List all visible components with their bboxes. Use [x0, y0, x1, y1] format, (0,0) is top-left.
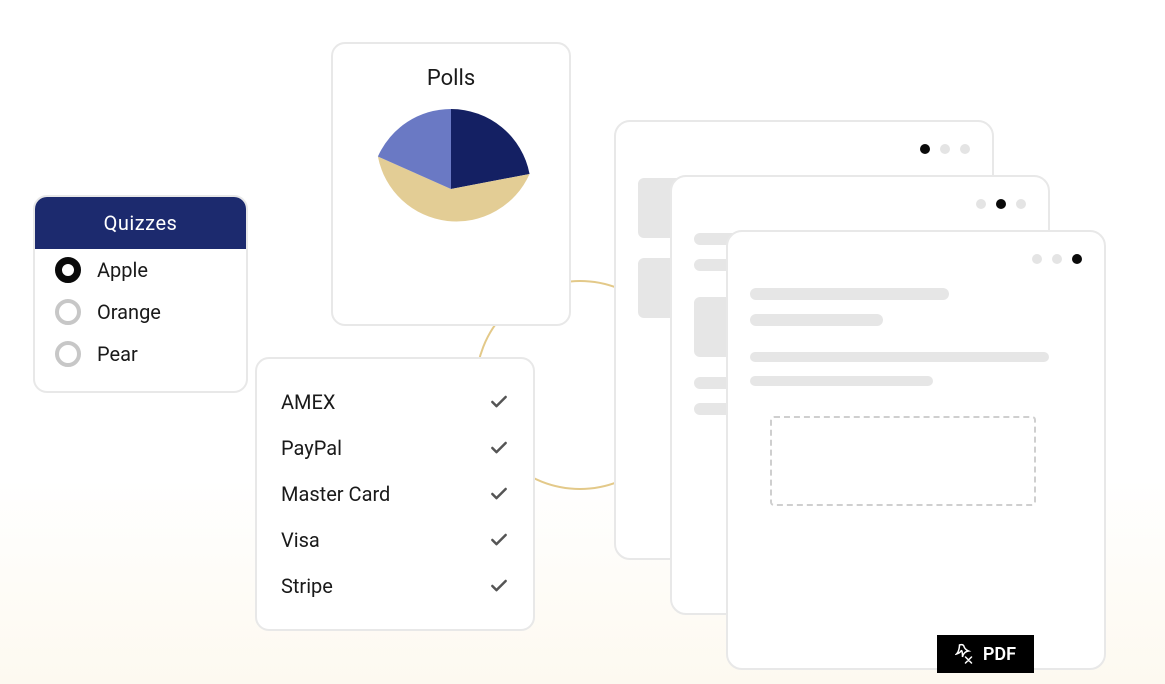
- payment-name: Visa: [281, 528, 320, 552]
- window-dots: [638, 144, 970, 154]
- window-dot-icon: [976, 199, 986, 209]
- window-dot-icon: [1016, 199, 1026, 209]
- skeleton-line: [750, 288, 949, 300]
- pdf-label: PDF: [983, 644, 1016, 665]
- window-dot-icon: [960, 144, 970, 154]
- payment-row: Stripe: [281, 563, 509, 609]
- payments-card: AMEX PayPal Master Card Visa Stripe: [255, 357, 535, 631]
- check-icon: [489, 392, 509, 412]
- document-card-front: PDF: [726, 230, 1106, 670]
- radio-unselected-icon: [55, 341, 81, 367]
- check-icon: [489, 530, 509, 550]
- payment-row: Visa: [281, 517, 509, 563]
- skeleton-line: [750, 376, 933, 386]
- payment-row: Master Card: [281, 471, 509, 517]
- polls-pie-chart: [371, 109, 531, 269]
- polls-title: Polls: [427, 66, 475, 91]
- skeleton-line: [750, 352, 1049, 362]
- skeleton-line: [750, 314, 883, 326]
- dashed-dropzone[interactable]: [770, 416, 1036, 506]
- pdf-badge[interactable]: PDF: [937, 635, 1034, 673]
- quizzes-header: Quizzes: [35, 197, 246, 249]
- quiz-option-orange[interactable]: Orange: [35, 291, 246, 333]
- payment-row: PayPal: [281, 425, 509, 471]
- quizzes-card: Quizzes Apple Orange Pear: [33, 195, 248, 393]
- quiz-label: Apple: [97, 258, 148, 282]
- check-icon: [489, 438, 509, 458]
- radio-unselected-icon: [55, 299, 81, 325]
- check-icon: [489, 484, 509, 504]
- check-icon: [489, 576, 509, 596]
- window-dot-icon: [920, 144, 930, 154]
- window-dot-icon: [996, 199, 1006, 209]
- payment-name: PayPal: [281, 436, 342, 460]
- quiz-option-pear[interactable]: Pear: [35, 333, 246, 375]
- window-dot-icon: [940, 144, 950, 154]
- window-dots: [750, 254, 1082, 264]
- quiz-label: Pear: [97, 342, 138, 366]
- window-dot-icon: [1072, 254, 1082, 264]
- payment-name: AMEX: [281, 390, 335, 414]
- payment-row: AMEX: [281, 379, 509, 425]
- pdf-icon: [955, 643, 973, 665]
- window-dot-icon: [1052, 254, 1062, 264]
- payment-name: Master Card: [281, 482, 390, 506]
- quiz-option-apple[interactable]: Apple: [35, 249, 246, 291]
- quiz-label: Orange: [97, 300, 161, 324]
- window-dot-icon: [1032, 254, 1042, 264]
- polls-card: Polls: [331, 42, 571, 326]
- radio-selected-icon: [55, 257, 81, 283]
- payment-name: Stripe: [281, 574, 333, 598]
- window-dots: [694, 199, 1026, 209]
